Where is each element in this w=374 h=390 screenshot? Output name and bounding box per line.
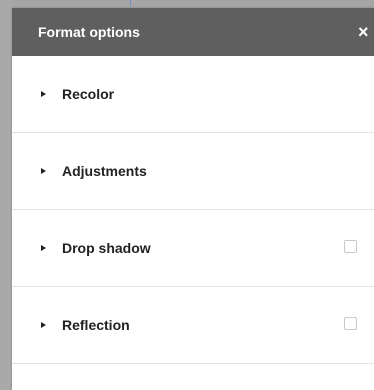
triangle-right-icon [41,168,46,174]
section-label-drop-shadow: Drop shadow [62,240,151,256]
drop-shadow-checkbox[interactable] [344,240,357,253]
panel-title: Format options [38,24,140,40]
section-recolor[interactable]: Recolor [12,56,374,133]
reflection-checkbox[interactable] [344,317,357,330]
panel-header: Format options × [12,8,374,56]
section-label-adjustments: Adjustments [62,163,147,179]
section-label-recolor: Recolor [62,86,115,102]
format-options-panel: Format options × Recolor Adjustments Dro… [12,8,374,390]
section-label-reflection: Reflection [62,317,130,333]
close-icon[interactable]: × [358,22,374,42]
triangle-right-icon [41,91,46,97]
left-background-gutter [0,0,12,390]
section-adjustments[interactable]: Adjustments [12,133,374,210]
section-drop-shadow[interactable]: Drop shadow [12,210,374,287]
top-background-strip [0,0,374,8]
background-accent-line [130,0,131,6]
section-reflection[interactable]: Reflection [12,287,374,364]
triangle-right-icon [41,245,46,251]
triangle-right-icon [41,322,46,328]
